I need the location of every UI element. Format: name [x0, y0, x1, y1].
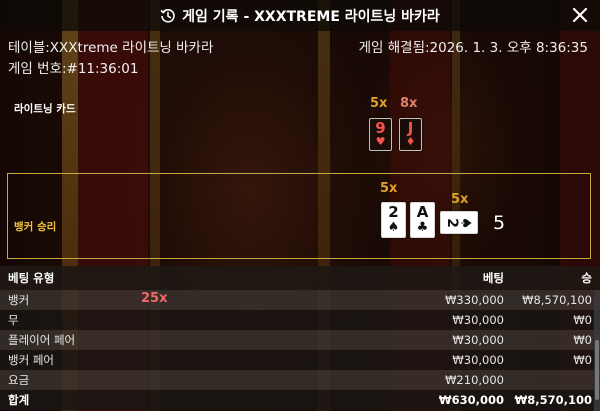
game-history-panel: 게임 기록 - XXXTREME 라이트닝 바카라 테이블:XXXtreme 라…	[0, 0, 600, 411]
lightning-card: J ♦	[399, 118, 422, 151]
card-rank: 2	[388, 203, 399, 221]
table-row: 요금 ₩210,000	[0, 370, 600, 390]
card-suit: ♦	[405, 135, 416, 148]
panel-title: 게임 기록 - XXXTREME 라이트닝 바카라	[182, 8, 440, 25]
close-button[interactable]	[570, 5, 590, 25]
total-win: ₩8,570,100	[514, 393, 592, 407]
title-bar: 게임 기록 - XXXTREME 라이트닝 바카라	[0, 0, 600, 31]
bet-amount: ₩30,000	[452, 333, 504, 347]
bet-amount: ₩210,000	[445, 373, 504, 387]
scrollbar-thumb[interactable]	[595, 340, 599, 400]
card-suit: ♠	[387, 220, 400, 235]
card-multiplier: 5x	[380, 181, 398, 196]
card-rank: A	[416, 203, 429, 221]
win-amount: ₩8,570,100	[522, 293, 592, 307]
card-suit: ♣	[416, 220, 429, 235]
header-bet: 베팅	[482, 271, 504, 285]
scrollbar[interactable]	[594, 290, 600, 411]
total-label: 합계	[8, 393, 30, 407]
banker-third-card: 2 ♠	[440, 211, 478, 234]
banker-score: 5	[493, 212, 506, 234]
bet-amount: ₩30,000	[452, 313, 504, 327]
table-row: 뱅커 페어 ₩30,000 ₩0	[0, 350, 600, 370]
lightning-cards-label: 라이트닝 카드	[14, 103, 76, 115]
win-amount: ₩0	[573, 313, 592, 327]
bet-table: 베팅 유형 베팅 승 뱅커 25x ₩330,000 ₩8,570,100 무 …	[0, 266, 600, 410]
history-icon	[160, 8, 175, 23]
total-row: 합계 ₩630,000 ₩8,570,100	[0, 390, 600, 410]
card-rank: 9	[375, 119, 386, 137]
header-bet-type: 베팅 유형	[8, 271, 55, 285]
banker-card: A ♣	[410, 202, 435, 238]
lightning-multiplier: 5x	[370, 96, 388, 111]
bet-type: 플레이어 페어	[8, 333, 76, 347]
close-icon[interactable]	[572, 7, 588, 23]
card-suit: ♥	[375, 135, 386, 148]
lightning-card: 9 ♥	[369, 118, 392, 151]
card-suit: ♠	[456, 216, 473, 229]
header-win: 승	[581, 271, 592, 285]
table-name: 테이블:XXXtreme 라이트닝 바카라	[8, 40, 214, 56]
table-row: 무 ₩30,000 ₩0	[0, 310, 600, 330]
table-header: 베팅 유형 베팅 승	[0, 266, 600, 290]
bet-type: 뱅커 페어	[8, 353, 54, 367]
game-resolved-time: 게임 해결됨:2026. 1. 3. 오후 8:36:35	[358, 40, 588, 56]
bet-amount: ₩30,000	[452, 353, 504, 367]
table-row: 플레이어 페어 ₩30,000 ₩0	[0, 330, 600, 350]
bet-type: 요금	[8, 373, 30, 387]
card-rank: J	[407, 119, 414, 137]
banker-card: 2 ♠	[381, 202, 406, 238]
bet-type: 뱅커	[8, 293, 30, 307]
bet-amount: ₩330,000	[445, 293, 504, 307]
bet-type: 무	[8, 313, 19, 327]
bet-multiplier: 25x	[141, 291, 168, 306]
result-label: 뱅커 승리	[14, 221, 57, 233]
lightning-multiplier: 8x	[400, 96, 418, 111]
game-number: 게임 번호:#11:36:01	[8, 61, 139, 77]
win-amount: ₩0	[573, 353, 592, 367]
win-amount: ₩0	[573, 333, 592, 347]
table-row: 뱅커 25x ₩330,000 ₩8,570,100	[0, 290, 600, 310]
total-bet: ₩630,000	[438, 393, 504, 407]
card-multiplier: 5x	[451, 192, 469, 207]
